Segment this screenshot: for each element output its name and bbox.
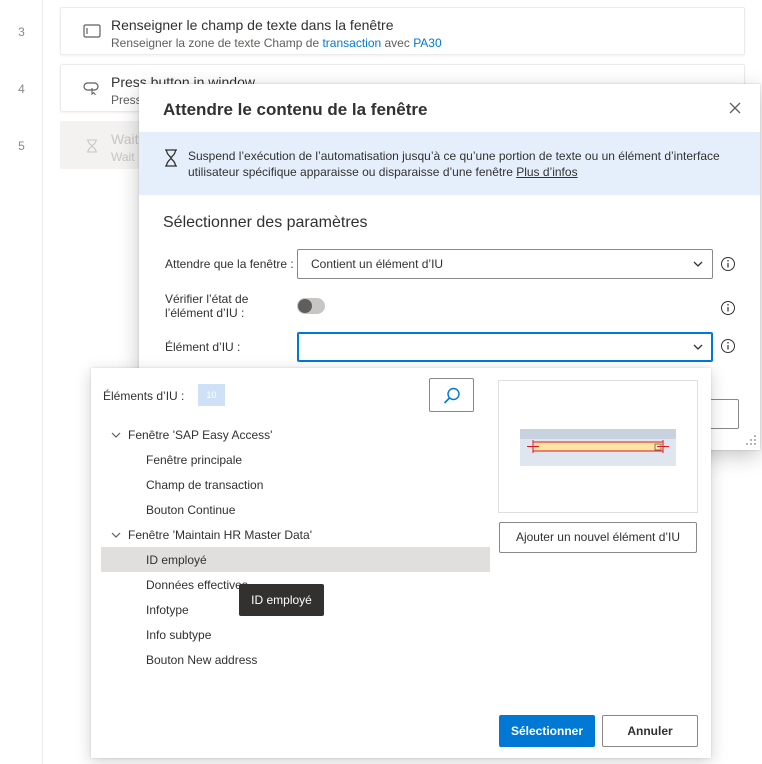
add-ui-element-button[interactable]: Ajouter un nouvel élément d’IU	[499, 522, 697, 553]
element-screenshot-thumbnail	[520, 429, 676, 466]
tree-node-element[interactable]: Champ de transaction	[101, 472, 490, 497]
resize-grip-icon[interactable]	[745, 434, 757, 446]
tree-node-element-selected[interactable]: ID employé	[101, 547, 490, 572]
step-subtitle: Wait	[111, 150, 135, 164]
step-variable-link[interactable]: transaction	[322, 36, 381, 50]
tree-node-label: Champ de transaction	[146, 478, 264, 492]
info-icon[interactable]	[720, 338, 736, 354]
tree-node-label: Info subtype	[146, 628, 212, 642]
cancel-button[interactable]: Annuler	[602, 715, 698, 747]
line-number-gutter: 3 4 5	[0, 0, 43, 764]
wait-condition-label: Attendre que la fenêtre :	[165, 257, 294, 271]
tree-node-label: Infotype	[146, 603, 189, 617]
chevron-down-icon[interactable]	[111, 431, 121, 439]
close-icon[interactable]	[725, 98, 745, 118]
hourglass-icon	[87, 139, 97, 153]
tree-node-label: Bouton New address	[146, 653, 258, 667]
ui-element-picker-flyout: Éléments d’IU : 10 Fenêtre 'SAP Easy Acc…	[91, 368, 711, 758]
tree-node-window[interactable]: Fenêtre 'Maintain HR Master Data'	[101, 522, 490, 547]
tree-node-element[interactable]: Bouton Continue	[101, 497, 490, 522]
chevron-down-icon	[693, 344, 703, 350]
textbox-icon	[83, 24, 101, 38]
step-subtitle: Press	[111, 93, 142, 107]
flow-step-set-text[interactable]: Renseigner le champ de texte dans la fen…	[60, 7, 745, 55]
tree-node-element[interactable]: Info subtype	[101, 622, 490, 647]
wait-condition-dropdown[interactable]: Contient un élément d’IU	[297, 249, 713, 279]
tree-node-element[interactable]: Fenêtre principale	[101, 447, 490, 472]
chevron-down-icon	[693, 261, 703, 267]
tree-node-label: Fenêtre principale	[146, 453, 243, 467]
search-button[interactable]	[429, 378, 474, 412]
press-button-icon	[83, 82, 99, 95]
ui-elements-label: Éléments d’IU :	[103, 389, 185, 403]
ui-element-dropdown[interactable]	[297, 332, 713, 362]
tooltip: ID employé	[239, 584, 324, 616]
step-subtitle: Renseigner la zone de texte Champ de tra…	[111, 36, 442, 50]
dropdown-value: Contient un élément d’IU	[311, 257, 444, 271]
line-number: 3	[18, 25, 25, 39]
tree-node-label: Bouton Continue	[146, 503, 236, 517]
tree-node-label: Fenêtre 'SAP Easy Access'	[128, 428, 273, 442]
toggle-knob	[298, 299, 312, 313]
info-icon[interactable]	[720, 300, 736, 316]
hourglass-icon	[165, 149, 177, 167]
select-button[interactable]: Sélectionner	[499, 715, 595, 747]
section-heading: Sélectionner des paramètres	[163, 214, 368, 231]
ui-element-label: Élément d’IU :	[165, 340, 241, 354]
learn-more-link[interactable]: Plus d’infos	[516, 165, 577, 179]
tree-node-label: Données effectives	[146, 578, 248, 592]
tree-node-label: Fenêtre 'Maintain HR Master Data'	[128, 528, 312, 542]
step-title: Renseigner le champ de texte dans la fen…	[111, 17, 394, 33]
tree-node-window[interactable]: Fenêtre 'SAP Easy Access'	[101, 422, 490, 447]
check-state-label: Vérifier l’état de l’élément d’IU :	[165, 292, 249, 320]
ui-element-preview	[498, 380, 698, 513]
tree-node-label: ID employé	[146, 553, 207, 567]
tree-node-element[interactable]: Bouton New address	[101, 647, 490, 672]
info-text: Suspend l’exécution de l’automatisation …	[188, 149, 720, 179]
step-variable-link[interactable]: PA30	[413, 36, 441, 50]
step-title: Wait	[111, 131, 139, 147]
info-icon[interactable]	[720, 256, 736, 272]
check-state-toggle[interactable]	[297, 298, 325, 314]
search-icon	[443, 387, 460, 404]
ui-elements-count-badge: 10	[198, 384, 225, 406]
chevron-down-icon[interactable]	[111, 531, 121, 539]
dialog-title: Attendre le contenu de la fenêtre	[163, 100, 428, 119]
info-banner: Suspend l’exécution de l’automatisation …	[139, 132, 760, 195]
line-number: 4	[18, 82, 25, 96]
line-number: 5	[18, 139, 25, 153]
